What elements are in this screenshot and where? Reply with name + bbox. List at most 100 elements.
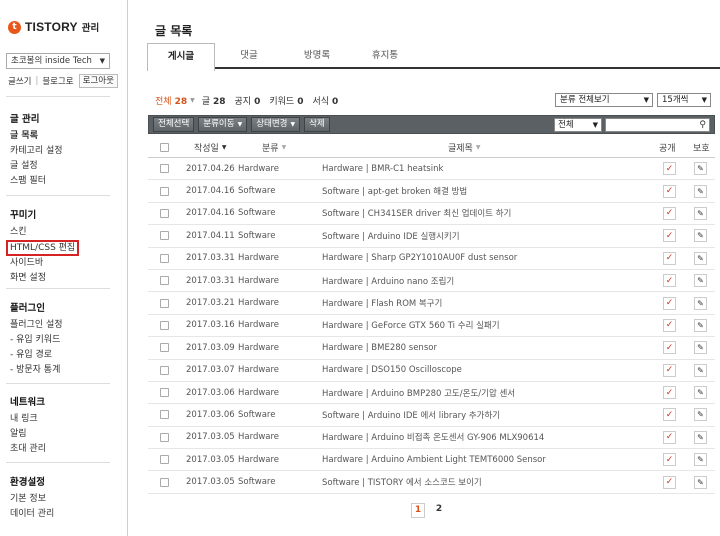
row-protect-toggle[interactable]: ✎ [694, 225, 707, 246]
row-title-link[interactable]: Software | apt-get broken 해결 방법 [322, 180, 467, 201]
move-category-button[interactable]: 분류이동 ▼ [198, 117, 248, 132]
row-protect-toggle[interactable]: ✎ [694, 158, 707, 179]
row-checkbox[interactable] [160, 208, 169, 218]
select-all-button[interactable]: 전체선택 [153, 117, 195, 132]
row-public-toggle[interactable]: ✓ [663, 270, 676, 291]
stat-keywords[interactable]: 키워드 0 [269, 94, 303, 107]
row-title-link[interactable]: Hardware | BMR-C1 heatsink [322, 158, 443, 179]
sidebar-item-post-list[interactable]: 글 목록 [10, 129, 63, 144]
tistory-logo[interactable]: t TISTORY 관리 [8, 20, 99, 34]
row-title-link[interactable]: Hardware | BME280 sensor [322, 337, 437, 358]
change-status-button[interactable]: 상태변경 ▼ [251, 117, 301, 132]
row-public-toggle[interactable]: ✓ [663, 225, 676, 246]
row-protect-toggle[interactable]: ✎ [694, 337, 707, 358]
row-public-toggle[interactable]: ✓ [663, 471, 676, 492]
sidebar-item-basic-info[interactable]: 기본 정보 [10, 492, 54, 507]
row-protect-toggle[interactable]: ✎ [694, 427, 707, 448]
per-page-select[interactable]: 15개씩 ▼ [657, 93, 711, 107]
row-title-link[interactable]: Hardware | DSO150 Oscilloscope [322, 360, 462, 381]
sidebar-item-screen-settings[interactable]: 화면 설정 [10, 271, 79, 286]
row-title-link[interactable]: Hardware | GeForce GTX 560 Ti 수리 실패기 [322, 315, 500, 336]
row-checkbox[interactable] [160, 343, 169, 353]
sidebar-item-skin[interactable]: 스킨 [10, 225, 79, 240]
sidebar-item-inbound-paths[interactable]: - 유입 경로 [10, 348, 63, 363]
row-public-toggle[interactable]: ✓ [663, 404, 676, 425]
row-title-link[interactable]: Hardware | Arduino BMP280 고도/온도/기압 센서 [322, 382, 515, 403]
sidebar-item-plugin-settings[interactable]: 플러그인 설정 [10, 318, 63, 333]
sidebar-item-invitations[interactable]: 초대 관리 [10, 442, 46, 457]
row-checkbox[interactable] [160, 231, 169, 241]
row-protect-toggle[interactable]: ✎ [694, 471, 707, 492]
row-public-toggle[interactable]: ✓ [663, 337, 676, 358]
stat-all[interactable]: 전체 28 [155, 94, 187, 107]
row-checkbox[interactable] [160, 164, 169, 174]
row-checkbox[interactable] [160, 298, 169, 308]
row-public-toggle[interactable]: ✓ [663, 449, 676, 470]
row-checkbox[interactable] [160, 410, 169, 420]
row-checkbox[interactable] [160, 186, 169, 196]
stat-templates[interactable]: 서식 0 [312, 94, 338, 107]
row-protect-toggle[interactable]: ✎ [694, 382, 707, 403]
row-protect-toggle[interactable]: ✎ [694, 270, 707, 291]
header-category[interactable]: 분류 ▼ [262, 137, 286, 157]
page-link-2[interactable]: 2 [432, 503, 446, 518]
row-checkbox[interactable] [160, 477, 169, 487]
row-protect-toggle[interactable]: ✎ [694, 292, 707, 313]
sidebar-item-spam-filter[interactable]: 스팸 필터 [10, 174, 63, 189]
row-checkbox[interactable] [160, 388, 169, 398]
row-checkbox[interactable] [160, 253, 169, 263]
header-title[interactable]: 글제목 ▼ [448, 137, 480, 157]
row-title-link[interactable]: Software | CH341SER driver 최신 업데이트 하기 [322, 203, 511, 224]
search-icon[interactable]: ⚲ [699, 119, 706, 131]
row-protect-toggle[interactable]: ✎ [694, 180, 707, 201]
row-title-link[interactable]: Software | Arduino IDE 에서 library 추가하기 [322, 404, 500, 425]
row-title-link[interactable]: Software | TISTORY 에서 소스코드 보이기 [322, 471, 482, 492]
write-link[interactable]: 글쓰기 [8, 75, 31, 87]
sidebar-item-inbound-keywords[interactable]: - 유입 키워드 [10, 333, 63, 348]
row-checkbox[interactable] [160, 432, 169, 442]
search-input[interactable]: ⚲ [605, 118, 710, 132]
page-link-1[interactable]: 1 [411, 503, 425, 518]
category-filter-select[interactable]: 분류 전체보기 ▼ [555, 93, 653, 107]
row-public-toggle[interactable]: ✓ [663, 180, 676, 201]
row-title-link[interactable]: Hardware | Arduino nano 조립기 [322, 270, 454, 291]
tab-posts[interactable]: 게시글 [147, 43, 215, 71]
header-date[interactable]: 작성일 ▼ [194, 137, 226, 157]
sidebar-item-post-settings[interactable]: 글 설정 [10, 159, 63, 174]
row-title-link[interactable]: Hardware | Sharp GP2Y1010AU0F dust senso… [322, 248, 517, 269]
row-checkbox[interactable] [160, 455, 169, 465]
search-scope-select[interactable]: 전체 ▼ [554, 118, 602, 132]
row-protect-toggle[interactable]: ✎ [694, 315, 707, 336]
row-public-toggle[interactable]: ✓ [663, 360, 676, 381]
tab-guestbook[interactable]: 방명록 [283, 43, 351, 69]
row-title-link[interactable]: Software | Arduino IDE 실행시키기 [322, 225, 460, 246]
row-public-toggle[interactable]: ✓ [663, 315, 676, 336]
sidebar-item-my-links[interactable]: 내 링크 [10, 412, 46, 427]
row-protect-toggle[interactable]: ✎ [694, 248, 707, 269]
row-public-toggle[interactable]: ✓ [663, 382, 676, 403]
select-all-checkbox[interactable] [160, 142, 169, 152]
tab-comments[interactable]: 댓글 [215, 43, 283, 69]
row-public-toggle[interactable]: ✓ [663, 427, 676, 448]
sidebar-item-sidebar[interactable]: 사이드바 [10, 256, 79, 271]
row-public-toggle[interactable]: ✓ [663, 158, 676, 179]
tab-trash[interactable]: 휴지통 [351, 43, 419, 69]
sidebar-item-visitor-stats[interactable]: - 방문자 통계 [10, 363, 63, 378]
stat-notices[interactable]: 공지 0 [235, 94, 261, 107]
sidebar-item-notifications[interactable]: 알림 [10, 427, 46, 442]
blog-select[interactable]: 초코볼의 inside Tech ▼ [6, 53, 110, 69]
sidebar-item-html-css-edit[interactable]: HTML/CSS 편집 [6, 240, 80, 256]
go-to-blog-link[interactable]: 블로그로 [42, 75, 73, 87]
stat-posts[interactable]: 글 28 [202, 94, 226, 107]
row-public-toggle[interactable]: ✓ [663, 292, 676, 313]
row-protect-toggle[interactable]: ✎ [694, 203, 707, 224]
row-public-toggle[interactable]: ✓ [663, 203, 676, 224]
row-protect-toggle[interactable]: ✎ [694, 360, 707, 381]
row-checkbox[interactable] [160, 276, 169, 286]
sidebar-item-data-management[interactable]: 데이터 관리 [10, 507, 54, 522]
row-public-toggle[interactable]: ✓ [663, 248, 676, 269]
row-checkbox[interactable] [160, 320, 169, 330]
sidebar-item-category-settings[interactable]: 카테고리 설정 [10, 144, 63, 159]
row-title-link[interactable]: Hardware | Arduino Ambient Light TEMT600… [322, 449, 546, 470]
row-protect-toggle[interactable]: ✎ [694, 404, 707, 425]
